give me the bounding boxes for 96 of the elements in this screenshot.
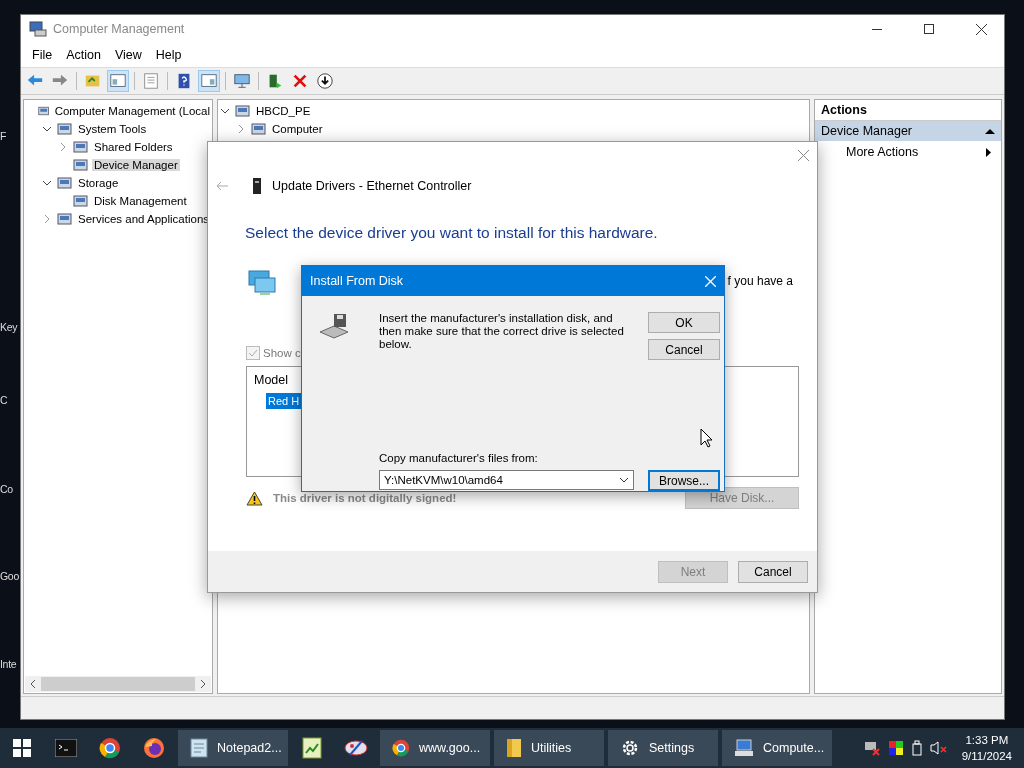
horizontal-scrollbar[interactable]	[25, 676, 211, 692]
dialog-heading: Select the device driver you want to install for this hardware.	[245, 224, 659, 242]
desktop-icon-label[interactable]: C	[0, 394, 8, 406]
tree-item[interactable]: Device Manager	[92, 159, 180, 171]
tree-node-icon	[57, 212, 73, 226]
download-icon	[316, 72, 334, 90]
instruction-text: f you have a	[727, 274, 793, 290]
terminal-icon[interactable]	[55, 739, 77, 757]
notepad-icon	[190, 738, 208, 758]
actions-section[interactable]: Device Manager	[815, 121, 1001, 141]
checkbox-label: Show c	[263, 347, 301, 359]
scroll-right-icon	[199, 679, 207, 689]
console-tree-button[interactable]	[107, 70, 129, 92]
properties-icon	[142, 72, 160, 90]
usb-drive-icon[interactable]	[911, 740, 922, 756]
collapse-caret-icon	[985, 128, 995, 134]
checkmark-icon	[248, 349, 258, 357]
tree-node-icon	[73, 158, 89, 172]
windows-logo-icon	[13, 739, 31, 757]
dialog-button[interactable]: Cancel	[648, 339, 720, 360]
delete-icon	[291, 72, 309, 90]
gear-icon	[620, 738, 640, 758]
field-label: Copy manufacturer's files from:	[379, 452, 539, 464]
action-item[interactable]: More Actions	[815, 141, 1001, 163]
action-pane-button[interactable]	[198, 70, 220, 92]
folder-icon	[506, 738, 522, 758]
menu-item[interactable]: File	[25, 46, 60, 64]
maximize-icon[interactable]	[924, 24, 934, 34]
computer-icon	[734, 738, 754, 758]
desktop-icon-label[interactable]: Co	[0, 483, 13, 495]
taskbar-button[interactable]: Settings	[608, 730, 718, 766]
fox-browser-icon[interactable]	[143, 737, 165, 759]
tree-node-icon	[73, 140, 89, 154]
instruction-text: Insert the manufacturer's installation disk, and then make sure that the correct drive is selected below.	[379, 312, 625, 352]
network-disconnected-icon[interactable]	[863, 740, 880, 756]
browse-button[interactable]: Browse...	[648, 470, 720, 491]
tree-item[interactable]: System Tools	[76, 123, 149, 135]
tree-item[interactable]: Services and Applications	[76, 213, 212, 225]
tree-item[interactable]: Computer	[270, 123, 325, 135]
scroll-left-icon	[29, 679, 37, 689]
tree-item[interactable]: Disk Management	[92, 195, 189, 207]
expanded-chevron-icon[interactable]	[220, 108, 230, 114]
device-icon	[252, 178, 262, 194]
computer-management-icon	[29, 21, 47, 37]
taskbar-button[interactable]: Compute...	[722, 730, 832, 766]
network-monitors-icon	[248, 270, 276, 296]
tree-item[interactable]: Storage	[76, 177, 121, 189]
dialog-button[interactable]: Cancel	[738, 560, 808, 583]
warning-icon	[246, 490, 263, 506]
mouse-pointer-icon	[700, 428, 713, 448]
tree-node-icon	[235, 104, 251, 118]
expanded-chevron-icon[interactable]	[42, 180, 52, 186]
collapsed-chevron-icon[interactable]	[44, 214, 50, 224]
dropdown-chevron-icon	[619, 477, 629, 483]
menu-item[interactable]: Help	[148, 46, 189, 64]
color-grid-icon[interactable]	[887, 740, 904, 756]
desktop-icon-label[interactable]: Inte	[0, 658, 17, 670]
dialog-title: Update Drivers - Ethernet Controller	[272, 179, 472, 193]
tree-node-icon	[57, 176, 73, 190]
close-icon[interactable]	[975, 23, 987, 35]
desktop-icon-label[interactable]: Key	[0, 321, 18, 333]
menu-item[interactable]: Action	[59, 46, 108, 64]
dialog-title: Install From Disk	[310, 274, 404, 288]
taskbar-button[interactable]: Utilities	[494, 730, 604, 766]
speaker-muted-icon[interactable]	[929, 740, 948, 756]
console-tree-icon	[109, 72, 127, 90]
action-pane-icon	[200, 72, 218, 90]
browser-icon	[392, 739, 410, 757]
tree-item[interactable]: Computer Management (Local	[52, 105, 212, 117]
browser-icon[interactable]	[99, 737, 121, 759]
tree-node-icon	[37, 104, 50, 118]
desktop-icon-label[interactable]: F	[0, 130, 7, 142]
clock[interactable]: 1:33 PM 9/11/2024	[955, 732, 1018, 764]
minimize-icon[interactable]	[872, 28, 882, 30]
tree-item[interactable]: Shared Folders	[92, 141, 175, 153]
paint-icon[interactable]	[344, 737, 368, 759]
taskbar-button[interactable]: Notepad2...	[178, 730, 288, 766]
collapsed-chevron-icon[interactable]	[238, 124, 244, 134]
path-combo-box[interactable]: Y:\NetKVM\w10\amd64	[379, 470, 634, 490]
tree-node-icon	[73, 194, 89, 208]
expanded-chevron-icon[interactable]	[42, 126, 52, 132]
monitor-icon	[233, 72, 251, 90]
dialog-button[interactable]: OK	[648, 312, 720, 333]
taskbar-button[interactable]: www.goo...	[380, 730, 490, 766]
menu-item[interactable]: View	[107, 46, 149, 64]
tree-node-icon	[251, 122, 267, 136]
chart-document-icon[interactable]	[302, 737, 322, 759]
desktop-icon-label[interactable]: Goo	[0, 570, 19, 582]
list-item[interactable]: Red H	[266, 393, 302, 409]
window-title: Computer Management	[53, 22, 186, 36]
submenu-caret-icon	[986, 147, 991, 157]
download-button[interactable]	[314, 70, 336, 92]
tree-item[interactable]: HBCD_PE	[254, 105, 313, 117]
collapsed-chevron-icon[interactable]	[60, 142, 66, 152]
tree-node-icon	[57, 122, 73, 136]
warning-text: This driver is not digitally signed!	[273, 492, 457, 504]
